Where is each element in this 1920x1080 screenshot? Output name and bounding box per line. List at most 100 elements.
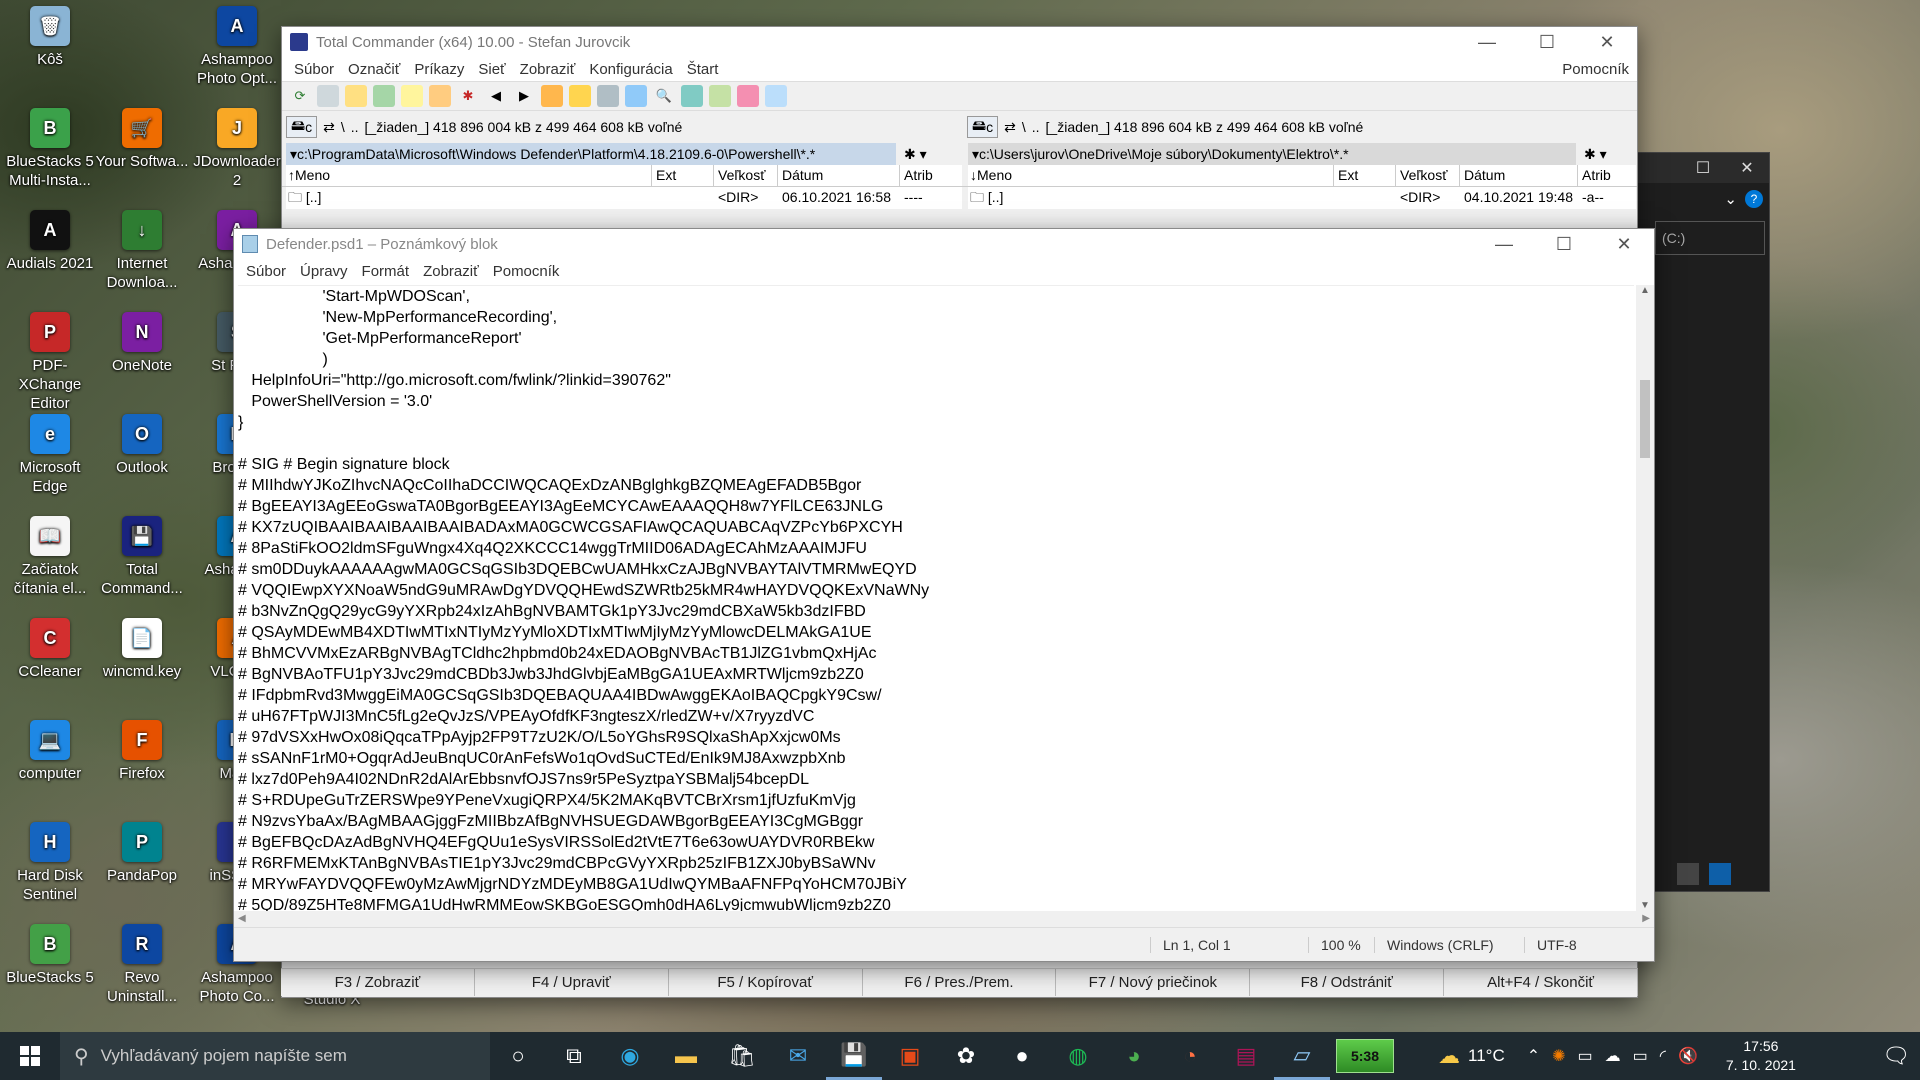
desktop-icon[interactable]: 🛒 Your Softwa...: [94, 108, 190, 171]
desktop-icon[interactable]: 📄 wincmd.key: [94, 618, 190, 681]
task-view-icon[interactable]: ⧉: [546, 1032, 602, 1080]
winrar-icon[interactable]: ▤: [1218, 1032, 1274, 1080]
right-path[interactable]: ▾c:\Users\jurov\OneDrive\Moje súbory\Dok…: [968, 143, 1576, 165]
left-col-ext[interactable]: Ext: [652, 165, 714, 186]
tc-menu-siet[interactable]: Sieť: [471, 61, 512, 78]
horizontal-scrollbar[interactable]: ◀ ▶: [234, 911, 1654, 927]
right-col-size[interactable]: Veľkosť: [1396, 165, 1460, 186]
right-col-attr[interactable]: Atrib: [1578, 165, 1634, 186]
chevron-down-icon[interactable]: ⌄: [1724, 190, 1737, 208]
f5-copy-button[interactable]: F5 / Kopírovať: [669, 969, 863, 996]
network-icon[interactable]: [709, 85, 731, 107]
start-button[interactable]: [0, 1032, 60, 1080]
altf4-exit-button[interactable]: Alt+F4 / Skončiť: [1444, 969, 1639, 996]
camera-icon[interactable]: ●: [994, 1032, 1050, 1080]
search-box[interactable]: ⚲ Vyhľadávaný pojem napíšte sem: [60, 1032, 490, 1080]
close-icon[interactable]: ✕: [1594, 229, 1654, 259]
right-root-button[interactable]: \: [1022, 119, 1026, 135]
maximize-icon[interactable]: ☐: [1517, 27, 1577, 57]
cortana-icon[interactable]: ○: [490, 1032, 546, 1080]
clock[interactable]: 17:56 7. 10. 2021: [1720, 1037, 1802, 1075]
desktop-icon[interactable]: 📖 Začiatok čítania el...: [2, 516, 98, 598]
f7-newfolder-button[interactable]: F7 / Nový priečinok: [1056, 969, 1251, 996]
right-drive-select[interactable]: 🖴 c: [967, 116, 999, 138]
left-filter[interactable]: ✱ ▾: [896, 143, 962, 165]
back-icon[interactable]: ◀: [485, 85, 507, 107]
compare-icon[interactable]: [429, 85, 451, 107]
desktop-icon[interactable]: 🗑 Kôš: [2, 6, 98, 69]
desktop-icon[interactable]: H Hard Disk Sentinel: [2, 822, 98, 904]
battery-icon[interactable]: ▭: [1633, 1046, 1648, 1066]
avast-icon[interactable]: ✺: [1552, 1046, 1565, 1066]
battery-monitor-badge[interactable]: 5:38: [1336, 1039, 1394, 1073]
multi-rename-icon[interactable]: [597, 85, 619, 107]
tc-menu-prikazy[interactable]: Príkazy: [407, 61, 471, 78]
close-icon[interactable]: ✕: [1577, 27, 1637, 57]
left-col-name[interactable]: ↑Meno: [286, 165, 652, 186]
tc-menu-konfiguracia[interactable]: Konfigurácia: [582, 61, 679, 78]
refresh-icon[interactable]: ⟳: [289, 85, 311, 107]
desktop-icon[interactable]: C CCleaner: [2, 618, 98, 681]
right-filter[interactable]: ✱ ▾: [1576, 143, 1636, 165]
spotify-icon[interactable]: ◍: [1050, 1032, 1106, 1080]
vertical-scrollbar[interactable]: ▲ ▼: [1636, 285, 1654, 911]
right-col-ext[interactable]: Ext: [1334, 165, 1396, 186]
np-menu-zobrazit[interactable]: Zobraziť: [416, 263, 486, 280]
left-col-attr[interactable]: Atrib: [900, 165, 960, 186]
address-field[interactable]: (C:): [1655, 221, 1765, 255]
forward-icon[interactable]: ▶: [513, 85, 535, 107]
tc-titlebar[interactable]: Total Commander (x64) 10.00 - Stefan Jur…: [282, 27, 1637, 57]
minimize-icon[interactable]: —: [1457, 27, 1517, 57]
left-drive-select[interactable]: 🖴 c: [286, 116, 318, 138]
network-drive-icon[interactable]: ⇄: [323, 119, 335, 136]
full-view-icon[interactable]: [345, 85, 367, 107]
np-menu-subor[interactable]: Súbor: [239, 263, 293, 280]
desktop-icon[interactable]: e Microsoft Edge: [2, 414, 98, 496]
tc-menu-subor[interactable]: Súbor: [287, 61, 341, 78]
f8-delete-button[interactable]: F8 / Odstrániť: [1250, 969, 1445, 996]
edge-icon[interactable]: ◉: [602, 1032, 658, 1080]
desktop-icon[interactable]: 💾 Total Command...: [94, 516, 190, 598]
sync-icon[interactable]: [625, 85, 647, 107]
left-up-button[interactable]: ..: [351, 119, 359, 135]
desktop-icon[interactable]: P PandaPop: [94, 822, 190, 885]
volume-icon[interactable]: 🔇: [1678, 1046, 1698, 1066]
tiles-view-icon[interactable]: [1709, 863, 1731, 885]
pack-icon[interactable]: [541, 85, 563, 107]
scrollbar-thumb[interactable]: [1640, 380, 1650, 458]
notifications-icon[interactable]: 🗨: [1872, 1032, 1920, 1080]
notepad-window[interactable]: Defender.psd1 – Poznámkový blok — ☐ ✕ Sú…: [233, 228, 1655, 962]
tc-menu-zobrazit[interactable]: Zobraziť: [513, 61, 583, 78]
plugin-icon[interactable]: ✱: [457, 85, 479, 107]
close-icon[interactable]: ✕: [1725, 158, 1769, 178]
f4-edit-button[interactable]: F4 / Upraviť: [475, 969, 669, 996]
desktop-icon[interactable]: P PDF-XChange Editor: [2, 312, 98, 413]
minimize-icon[interactable]: —: [1474, 229, 1534, 259]
right-col-name[interactable]: ↓Meno: [968, 165, 1334, 186]
store-icon[interactable]: 🛍: [714, 1032, 770, 1080]
desktop-icon[interactable]: A Audials 2021: [2, 210, 98, 273]
tree-icon[interactable]: [401, 85, 423, 107]
help-icon[interactable]: ?: [1745, 190, 1763, 208]
left-path[interactable]: ▾c:\ProgramData\Microsoft\Windows Defend…: [286, 143, 896, 165]
table-row[interactable]: 🗀 [..] <DIR> 04.10.2021 19:48 -a--: [968, 187, 1636, 209]
ftp-icon[interactable]: [681, 85, 703, 107]
np-menu-format[interactable]: Formát: [355, 263, 417, 280]
tc-menu-start[interactable]: Štart: [680, 61, 726, 78]
total-commander-icon[interactable]: 💾: [826, 1032, 882, 1080]
np-menu-pomocnik[interactable]: Pomocník: [486, 263, 567, 280]
desktop-icon[interactable]: 💻 computer: [2, 720, 98, 783]
np-menu-upravy[interactable]: Úpravy: [293, 263, 355, 280]
notepad-taskbar-icon[interactable]: ▱: [1274, 1032, 1330, 1080]
file-explorer-icon[interactable]: ▬: [658, 1032, 714, 1080]
wifi-icon[interactable]: ◜: [1660, 1046, 1666, 1066]
desktop-icon[interactable]: ↓ Internet Downloa...: [94, 210, 190, 292]
desktop-icon[interactable]: R Revo Uninstall...: [94, 924, 190, 1006]
tc-menu-oznacit[interactable]: Označiť: [341, 61, 407, 78]
desktop-icon[interactable]: B BlueStacks 5: [2, 924, 98, 987]
background-window[interactable]: ☐ ✕ ⌄ ? (C:): [1636, 152, 1770, 892]
notepad-icon[interactable]: [765, 85, 787, 107]
weather-widget[interactable]: ☁ 11°C: [1438, 1043, 1505, 1069]
brief-view-icon[interactable]: [317, 85, 339, 107]
table-row[interactable]: 🗀 [..] <DIR> 06.10.2021 16:58 ----: [286, 187, 962, 209]
